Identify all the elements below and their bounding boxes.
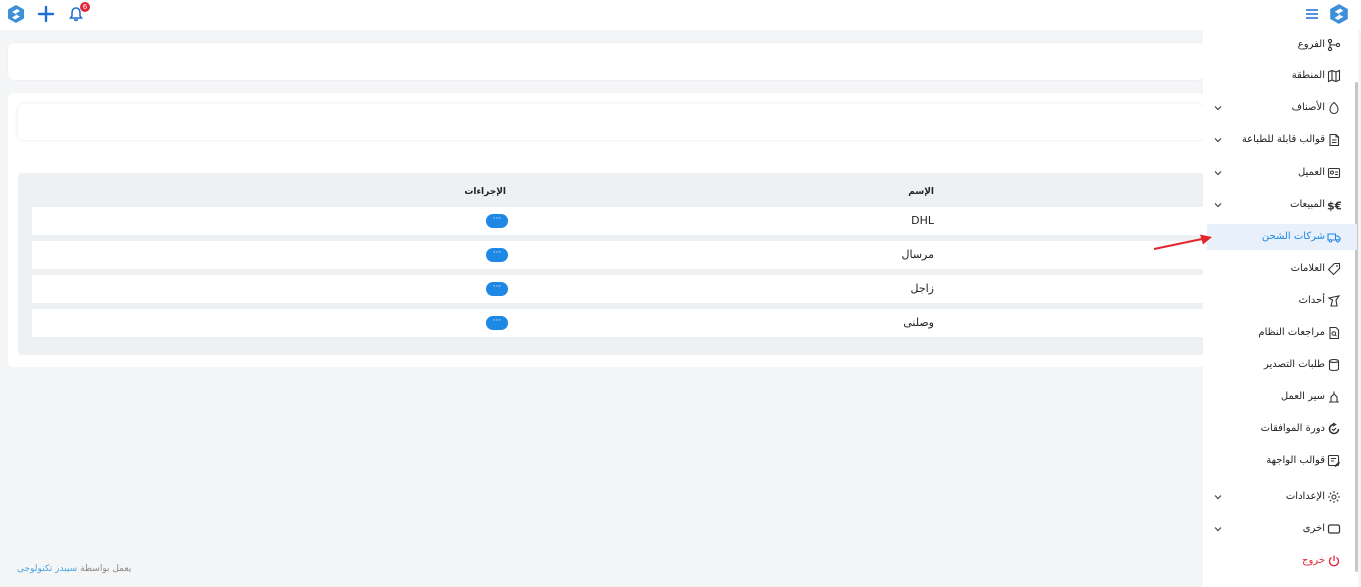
sidebar-item-label: دورة الموافقات xyxy=(1260,423,1325,434)
sidebar-item-other[interactable]: اخرى xyxy=(1207,516,1357,542)
footer-company-link[interactable]: سيبدر تكنولوجى xyxy=(17,564,77,574)
sidebar-item-label: اخرى xyxy=(1302,523,1325,534)
row-actions-button[interactable]: ··· xyxy=(486,282,508,296)
filter-card xyxy=(8,43,1204,80)
annotation-arrow-icon xyxy=(1153,234,1212,250)
row-actions-button[interactable]: ··· xyxy=(486,248,508,262)
brand-logo-icon[interactable] xyxy=(1328,3,1350,25)
sidebar-item-system-audits[interactable]: مراجعات النظام xyxy=(1207,320,1357,346)
sidebar-item-interface-templates[interactable]: قوالب الواجهة xyxy=(1207,448,1357,474)
sidebar-item-label: الفروع xyxy=(1297,39,1325,50)
sidebar-item-branches[interactable]: الفروع xyxy=(1207,32,1357,58)
table-row[interactable]: مرسال ··· xyxy=(32,241,1204,269)
chevron-down-icon xyxy=(1214,495,1222,500)
sidebar-item-label: الأصناف xyxy=(1291,102,1325,113)
chevron-down-icon xyxy=(1214,171,1222,176)
map-icon xyxy=(1327,69,1341,83)
power-icon xyxy=(1328,555,1340,567)
sidebar-item-workflow[interactable]: سير العمل xyxy=(1207,384,1357,410)
sidebar-item-label: المنطقة xyxy=(1291,70,1325,81)
settings-icon xyxy=(1328,491,1340,503)
menu-toggle-icon[interactable] xyxy=(1301,3,1323,25)
sidebar-item-label: مراجعات النظام xyxy=(1258,327,1325,338)
notification-badge: 6 xyxy=(80,2,90,12)
branches-icon xyxy=(1327,38,1341,52)
app-logo-icon[interactable] xyxy=(5,3,27,25)
interface-template-icon xyxy=(1327,454,1341,468)
sidebar-item-approval-cycle[interactable]: دورة الموافقات xyxy=(1207,416,1357,442)
export-icon xyxy=(1328,358,1340,372)
chevron-down-icon xyxy=(1214,203,1222,208)
sidebar-item-printable-templates[interactable]: قوالب قابلة للطباعة xyxy=(1207,127,1357,153)
table-row[interactable]: DHL ··· xyxy=(32,207,1204,235)
sidebar-item-customer[interactable]: العميل xyxy=(1207,160,1357,186)
other-icon xyxy=(1327,524,1341,534)
sidebar-item-label: العلامات xyxy=(1290,263,1325,274)
sidebar-item-label: خروج xyxy=(1302,555,1325,566)
sidebar-item-label: العميل xyxy=(1297,167,1325,178)
search-bar[interactable] xyxy=(18,104,1204,140)
sidebar-item-tags[interactable]: العلامات xyxy=(1207,256,1357,282)
sidebar-item-events[interactable]: أحداث xyxy=(1207,288,1357,314)
tag-icon xyxy=(1327,262,1341,276)
sidebar-item-export-requests[interactable]: طلبات التصدير xyxy=(1207,352,1357,378)
row-actions-button[interactable]: ··· xyxy=(486,316,508,330)
sidebar-item-label: قوالب قابلة للطباعة xyxy=(1241,134,1325,145)
company-name: وصلنى xyxy=(903,316,934,329)
sidebar-item-label: سير العمل xyxy=(1280,391,1325,402)
company-name: مرسال xyxy=(901,248,934,261)
footer-prefix: يعمل بواسطة xyxy=(80,564,132,574)
sidebar-item-label: طلبات التصدير xyxy=(1264,359,1325,370)
sidebar-item-region[interactable]: المنطقة xyxy=(1207,63,1357,89)
table-row[interactable]: زاجل ··· xyxy=(32,275,1204,303)
approval-cycle-icon xyxy=(1328,422,1340,435)
sidebar-item-sales[interactable]: المبيعات $€ xyxy=(1207,192,1357,218)
chevron-down-icon xyxy=(1214,106,1222,111)
company-name: DHL xyxy=(911,214,934,227)
sidebar-item-label: المبيعات xyxy=(1290,199,1325,210)
company-name: زاجل xyxy=(910,282,935,295)
sidebar-item-logout[interactable]: خروج xyxy=(1207,548,1357,574)
sales-icon: $€ xyxy=(1327,200,1341,213)
events-icon xyxy=(1327,295,1341,307)
add-icon[interactable] xyxy=(35,3,57,25)
table-row[interactable]: وصلنى ··· xyxy=(32,309,1204,337)
printable-template-icon xyxy=(1329,133,1340,147)
chevron-down-icon xyxy=(1214,138,1222,143)
footer-credit: يعمل بواسطة سيبدر تكنولوجى xyxy=(17,564,131,574)
column-header-actions: الإجراءات xyxy=(464,187,506,197)
audit-icon xyxy=(1329,326,1340,340)
column-header-name: الإسم xyxy=(908,187,934,197)
workflow-icon xyxy=(1329,391,1339,403)
sidebar-item-categories[interactable]: الأصناف xyxy=(1207,95,1357,121)
sidebar-item-label: الإعدادات xyxy=(1285,491,1325,502)
row-actions-button[interactable]: ··· xyxy=(486,214,508,228)
notification-bell-icon[interactable]: 6 xyxy=(65,2,90,25)
svg-text:$€: $€ xyxy=(1327,200,1341,213)
truck-icon xyxy=(1327,233,1341,243)
sidebar-item-settings[interactable]: الإعدادات xyxy=(1207,484,1357,510)
customer-icon xyxy=(1327,167,1341,179)
sidebar-item-label: قوالب الواجهة xyxy=(1266,455,1325,466)
category-icon xyxy=(1329,101,1339,115)
sidebar-item-label: شركات الشحن xyxy=(1261,231,1325,242)
top-bar: 6 xyxy=(0,0,1361,30)
sidebar-item-label: أحداث xyxy=(1298,295,1325,306)
chevron-down-icon xyxy=(1214,527,1222,532)
sidebar-item-shipping-companies[interactable]: شركات الشحن xyxy=(1207,224,1357,250)
